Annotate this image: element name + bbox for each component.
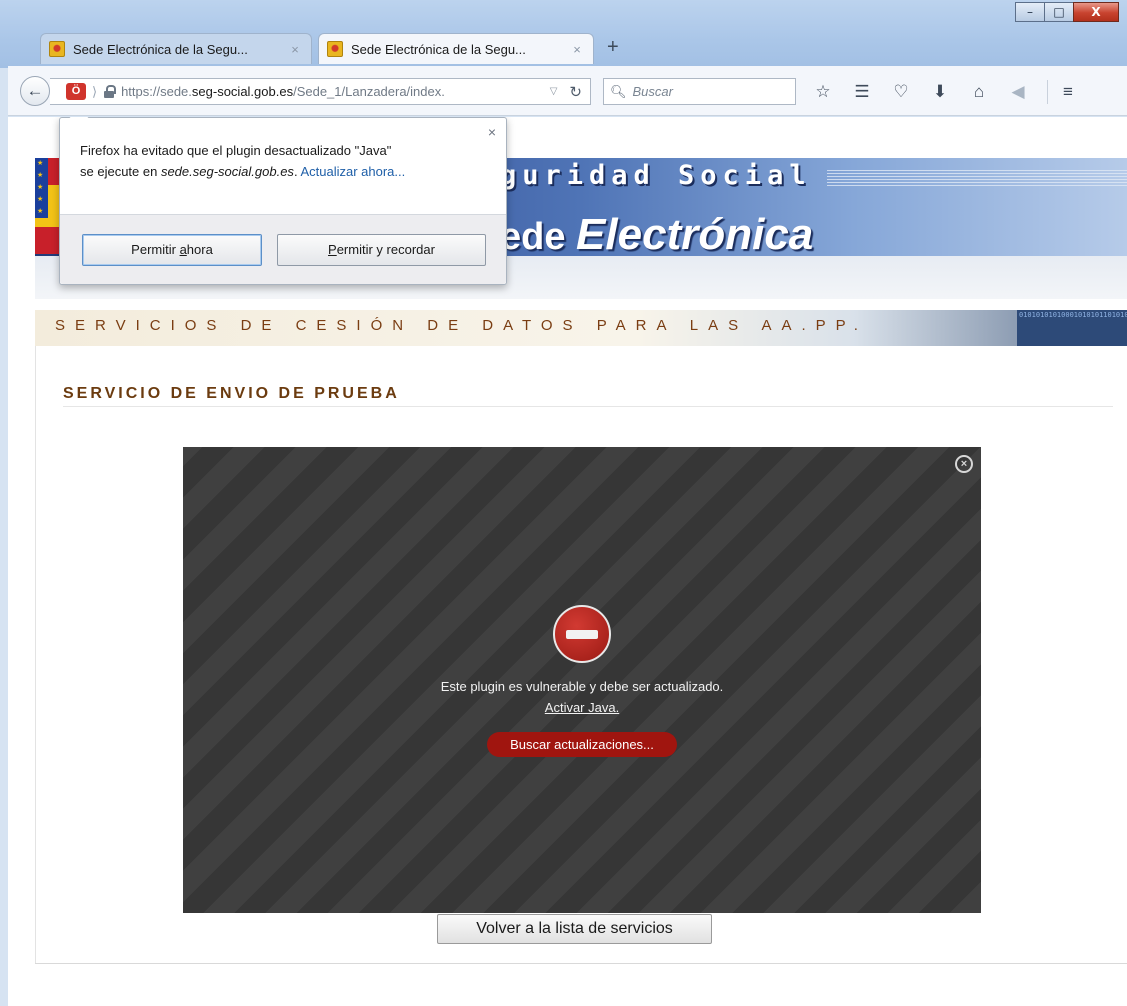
pocket-icon[interactable]: ♡ [886, 78, 916, 105]
reading-list-icon[interactable]: ☰ [847, 78, 877, 105]
search-input[interactable]: 🔍︎ Buscar [603, 78, 796, 105]
blocked-plugin-panel: × Este plugin es vulnerable y debe ser a… [183, 447, 981, 913]
site-favicon-icon [327, 41, 343, 57]
tab-title: Sede Electrónica de la Segu... [73, 41, 248, 57]
tab-close-icon[interactable]: × [569, 42, 585, 57]
lock-icon[interactable] [103, 85, 117, 98]
blocked-plugin-icon[interactable]: Ö [66, 83, 86, 100]
reload-icon[interactable]: ↻ [561, 83, 590, 101]
popup-footer: Permitir ahora Permitir y recordar [60, 214, 506, 284]
window-titlebar: – □ X Sede Electrónica de la Segu... × S… [0, 0, 1127, 68]
search-placeholder: Buscar [632, 84, 673, 99]
services-header-bar: SERVICIOS DE CESIÓN DE DATOS PARA LAS AA… [35, 310, 1127, 346]
allow-and-remember-button[interactable]: Permitir y recordar [277, 234, 486, 266]
url-bar[interactable]: Ö ⟩ https://sede.seg-social.gob.es/Sede_… [50, 78, 591, 105]
url-text[interactable]: https://sede.seg-social.gob.es/Sede_1/La… [121, 84, 546, 99]
back-to-services-button[interactable]: Volver a la lista de servicios [437, 914, 712, 944]
url-dropdown-icon[interactable]: ▽ [546, 86, 562, 97]
tab-1[interactable]: Sede Electrónica de la Segu... × [40, 33, 312, 64]
close-window-button[interactable]: X [1073, 2, 1119, 22]
plugin-notification-popup: × Firefox ha evitado que el plugin desac… [59, 117, 507, 285]
minimize-button[interactable]: – [1015, 2, 1045, 22]
toolbar-buttons: ☆ ☰ ♡ ⬇ ⌂ ◀ ≡ [808, 78, 1092, 105]
search-icon: 🔍︎ [610, 83, 627, 99]
back-button[interactable]: ← [20, 76, 50, 106]
tab-title: Sede Electrónica de la Segu... [351, 41, 526, 57]
eu-flag-logo: ★ ★ ★ ★ ★ [35, 158, 48, 218]
content-divider [35, 963, 1127, 964]
banner-title: guridad Social [500, 160, 812, 191]
page-content: ★ ★ ★ ★ ★ guridad Social ede Electrónica × F… [8, 117, 1127, 1006]
banner-decoration [827, 170, 1127, 188]
new-tab-button[interactable]: + [607, 36, 619, 59]
banner-sede-logo: ede Electrónica [500, 210, 814, 259]
site-favicon-icon [49, 41, 65, 57]
star-icon[interactable]: ☆ [808, 78, 838, 105]
navigation-toolbar: ← Ö ⟩ https://sede.seg-social.gob.es/Sed… [8, 66, 1127, 116]
services-title: SERVICIOS DE CESIÓN DE DATOS PARA LAS AA… [55, 317, 868, 334]
popup-close-icon[interactable]: × [488, 124, 496, 140]
content-border [35, 346, 36, 963]
binary-decoration: 0101010101000101010110101010101101010101… [1017, 310, 1127, 346]
popup-message: Firefox ha evitado que el plugin desactu… [80, 143, 406, 179]
maximize-button[interactable]: □ [1044, 2, 1074, 22]
window-controls: – □ X [1015, 2, 1119, 22]
activate-java-link[interactable]: Activar Java. [183, 700, 981, 715]
tab-close-icon[interactable]: × [287, 42, 303, 57]
url-separator: ⟩ [92, 83, 98, 99]
heading-divider [63, 406, 1113, 407]
menu-icon[interactable]: ≡ [1053, 78, 1083, 105]
home-icon[interactable]: ⌂ [964, 78, 994, 105]
tab-2[interactable]: Sede Electrónica de la Segu... × [318, 33, 594, 64]
check-updates-button[interactable]: Buscar actualizaciones... [487, 732, 677, 757]
plugin-warning-message: Este plugin es vulnerable y debe ser act… [440, 679, 724, 694]
update-now-link[interactable]: Actualizar ahora... [300, 164, 405, 179]
popup-arrow [69, 117, 89, 127]
blocked-plugin-icon [553, 605, 611, 663]
page-title: SERVICIO DE ENVIO DE PRUEBA [63, 385, 400, 402]
download-icon[interactable]: ⬇ [925, 78, 955, 105]
send-icon[interactable]: ◀ [1003, 78, 1033, 105]
toolbar-divider [1047, 79, 1048, 104]
spain-flag-logo: ★ ★ ★ ★ ★ [35, 158, 61, 254]
allow-now-button[interactable]: Permitir ahora [82, 234, 262, 266]
panel-close-icon[interactable]: × [955, 455, 973, 473]
